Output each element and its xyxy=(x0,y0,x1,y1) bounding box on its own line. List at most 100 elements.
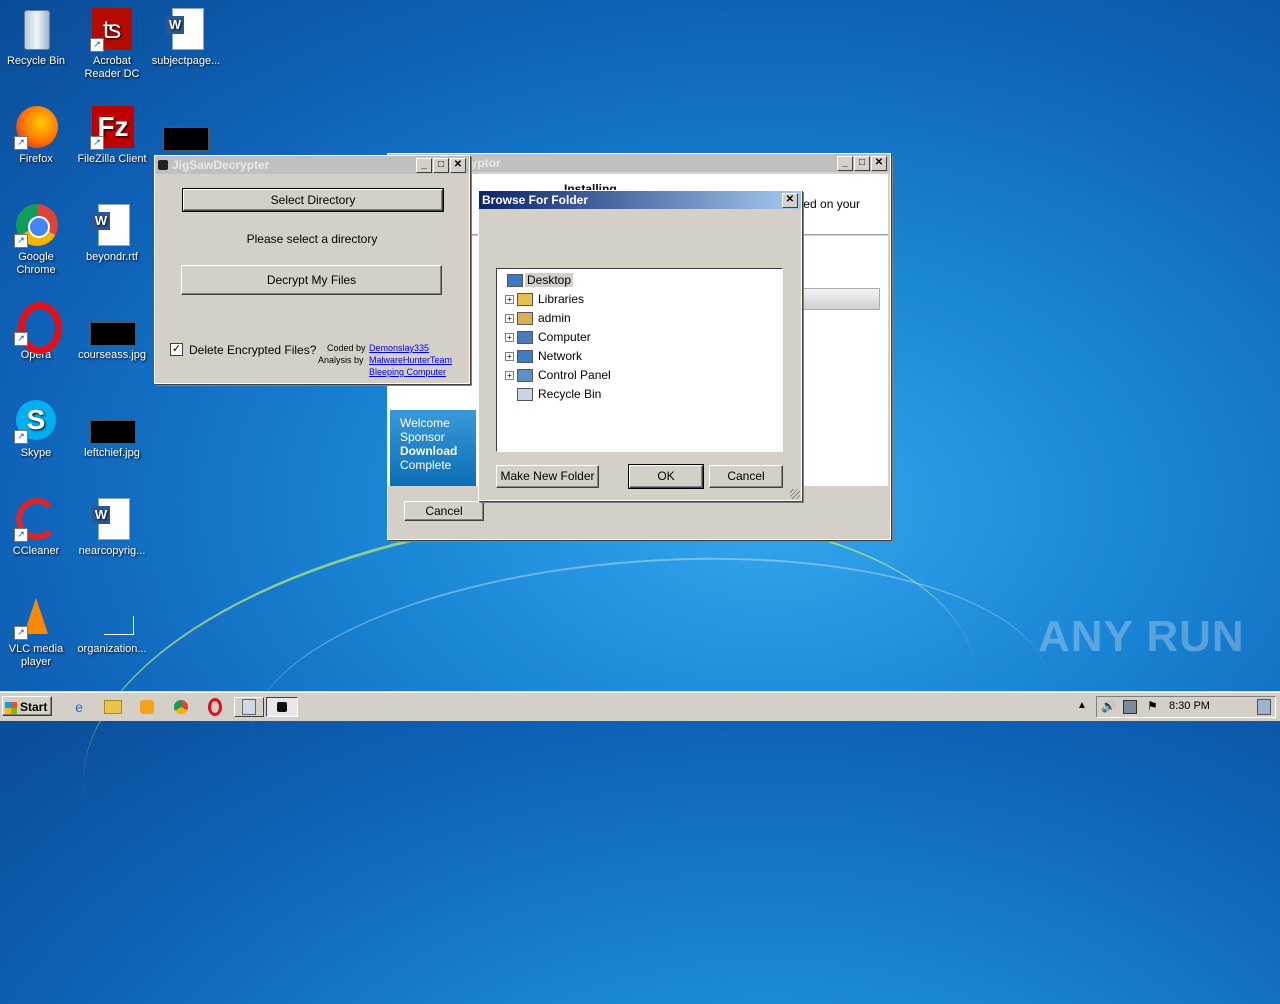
volume-icon[interactable]: 🔊 xyxy=(1101,699,1116,713)
folder-icon xyxy=(517,331,533,344)
expand-icon[interactable]: + xyxy=(505,314,514,323)
desktop-icon-subjectpage[interactable]: W subjectpage... xyxy=(148,8,224,68)
desktop-icon-beyondr[interactable]: W beyondr.rtf xyxy=(74,204,150,264)
acrobat-icon: ʦ ↗ xyxy=(90,8,134,52)
desktop-icon-acrobat[interactable]: ʦ ↗ Acrobat Reader DC xyxy=(74,8,150,81)
desktop-icon-label: Acrobat Reader DC xyxy=(84,55,140,80)
expand-icon[interactable]: + xyxy=(505,352,514,361)
folder-tree[interactable]: Desktop + Libraries + admin + Computer + Network… xyxy=(496,268,783,452)
firefox-icon: ↗ xyxy=(14,106,58,150)
make-new-folder-button[interactable]: Make New Folder xyxy=(496,465,599,488)
delete-encrypted-checkbox[interactable]: ✓ xyxy=(170,343,183,356)
media-player-icon[interactable] xyxy=(136,697,158,717)
maximize-icon[interactable]: □ xyxy=(854,155,870,171)
tree-item-label: Libraries xyxy=(538,292,585,306)
opera-taskbar-icon[interactable] xyxy=(204,697,226,717)
tree-item[interactable]: + Libraries xyxy=(497,291,780,307)
sidebar-step: Sponsor xyxy=(400,430,445,444)
desktop-icon-opera[interactable]: ↗ Opera xyxy=(0,302,74,362)
shortcut-arrow-icon: ↗ xyxy=(14,234,28,248)
desktop-icon-chrome[interactable]: ↗ Google Chrome xyxy=(0,204,74,277)
ok-button[interactable]: OK xyxy=(628,464,704,489)
tree-item[interactable]: + Computer xyxy=(497,329,780,345)
action-center-flag-icon[interactable]: ⚑ xyxy=(1147,699,1158,713)
redacted-file-icon[interactable] xyxy=(163,127,209,151)
show-hidden-icons-icon[interactable]: ▲ xyxy=(1077,700,1087,711)
jigsaw-taskbar-button[interactable] xyxy=(266,697,298,717)
show-desktop-button[interactable] xyxy=(1257,699,1271,715)
desktop-icon-courseass[interactable]: courseass.jpg xyxy=(74,302,150,362)
maximize-icon[interactable]: □ xyxy=(433,157,449,173)
tree-item-label: Computer xyxy=(538,330,591,344)
explorer-folder-icon[interactable] xyxy=(102,697,124,717)
close-icon[interactable]: ✕ xyxy=(782,192,798,208)
desktop-icon-leftchief[interactable]: leftchief.jpg xyxy=(74,400,150,460)
close-icon[interactable]: ✕ xyxy=(871,155,887,171)
desktop-icon-organization[interactable]: organization... xyxy=(74,596,150,656)
decrypt-files-button[interactable]: Decrypt My Files xyxy=(181,265,442,295)
installer-progress-bar xyxy=(800,288,880,310)
jigsaw-titlebar[interactable]: JigSawDecrypter _ □ ✕ xyxy=(155,156,469,174)
word-document-icon: W xyxy=(90,204,134,248)
jigsaw-decrypter-window[interactable]: JigSawDecrypter _ □ ✕ Select Directory P… xyxy=(154,155,470,384)
desktop-icon-filezilla[interactable]: Fz ↗ FileZilla Client xyxy=(74,106,150,166)
tree-item[interactable]: + Control Panel xyxy=(497,367,780,383)
browse-folder-dialog[interactable]: Browse For Folder ✕ Desktop + Libraries + ad… xyxy=(478,190,802,501)
sidebar-step-current: Download xyxy=(400,444,458,458)
skype-icon: S ↗ xyxy=(14,400,58,444)
network-icon[interactable] xyxy=(1123,700,1137,714)
bleeping-computer-link[interactable]: Bleeping Computer xyxy=(369,367,446,377)
expand-icon[interactable]: + xyxy=(505,371,514,380)
tree-item-label: Recycle Bin xyxy=(538,387,602,401)
anyrun-watermark: ANY RUN xyxy=(1038,612,1245,661)
desktop-icon-label: subjectpage... xyxy=(151,55,221,67)
opera-icon: ↗ xyxy=(14,302,62,354)
installer-sidebar: Welcome Sponsor Download Complete xyxy=(390,410,476,486)
clock[interactable]: 8:30 PM xyxy=(1169,700,1210,712)
system-tray: ▲ 🔊 ⚑ 8:30 PM xyxy=(1077,696,1276,718)
shortcut-arrow-icon: ↗ xyxy=(14,528,28,542)
word-document-icon: W xyxy=(90,498,134,542)
tree-item[interactable]: + Network xyxy=(497,348,780,364)
installer-heading: Installing xyxy=(564,182,617,190)
image-file-icon xyxy=(90,400,136,444)
desktop-icon-recycle-bin[interactable]: Recycle Bin xyxy=(0,8,74,68)
folder-icon xyxy=(517,312,533,325)
tree-item-label: Control Panel xyxy=(538,368,611,382)
malwarehunterteam-link[interactable]: MalwareHunterTeam xyxy=(369,355,452,365)
select-directory-button[interactable]: Select Directory xyxy=(182,188,444,212)
tree-item[interactable]: Desktop xyxy=(497,272,780,288)
installer-text: lled on your xyxy=(798,197,861,211)
demonslay-link[interactable]: Demonslay335 xyxy=(369,343,429,353)
desktop-icon-label: FileZilla Client xyxy=(77,153,147,165)
close-icon[interactable]: ✕ xyxy=(450,157,466,173)
folder-icon xyxy=(517,369,533,382)
desktop-icon-label: CCleaner xyxy=(12,545,60,557)
expand-icon[interactable]: + xyxy=(505,295,514,304)
ie-icon[interactable]: e xyxy=(68,697,90,717)
desktop-icon-skype[interactable]: S ↗ Skype xyxy=(0,400,74,460)
desktop-icon-ccleaner[interactable]: ↗ CCleaner xyxy=(0,498,74,558)
shortcut-arrow-icon: ↗ xyxy=(14,136,28,150)
shortcut-arrow-icon: ↗ xyxy=(90,38,104,52)
tree-item[interactable]: + admin xyxy=(497,310,780,326)
desktop-icon-label: courseass.jpg xyxy=(78,349,146,361)
minimize-icon[interactable]: _ xyxy=(837,155,853,171)
browse-titlebar[interactable]: Browse For Folder ✕ xyxy=(479,191,801,209)
desktop-icon-label: VLC media player xyxy=(8,643,64,668)
resize-grip-icon[interactable] xyxy=(790,489,800,499)
installer-cancel-button[interactable]: Cancel xyxy=(404,501,484,521)
desktop-icon-label: beyondr.rtf xyxy=(86,251,138,263)
desktop-icon-vlc[interactable]: ↗ VLC media player xyxy=(0,596,74,669)
desktop-icon-firefox[interactable]: ↗ Firefox xyxy=(0,106,74,166)
lock-icon xyxy=(158,160,168,170)
tree-item[interactable]: Recycle Bin xyxy=(497,386,780,402)
minimize-icon[interactable]: _ xyxy=(416,157,432,173)
start-button[interactable]: Start xyxy=(2,696,52,716)
desktop-icon-nearcopyrig[interactable]: W nearcopyrig... xyxy=(74,498,150,558)
desktop-icon-label: Firefox xyxy=(19,153,53,165)
installer-taskbar-button[interactable] xyxy=(234,697,264,717)
cancel-button[interactable]: Cancel xyxy=(709,465,783,488)
chrome-taskbar-icon[interactable] xyxy=(170,697,192,717)
expand-icon[interactable]: + xyxy=(505,333,514,342)
